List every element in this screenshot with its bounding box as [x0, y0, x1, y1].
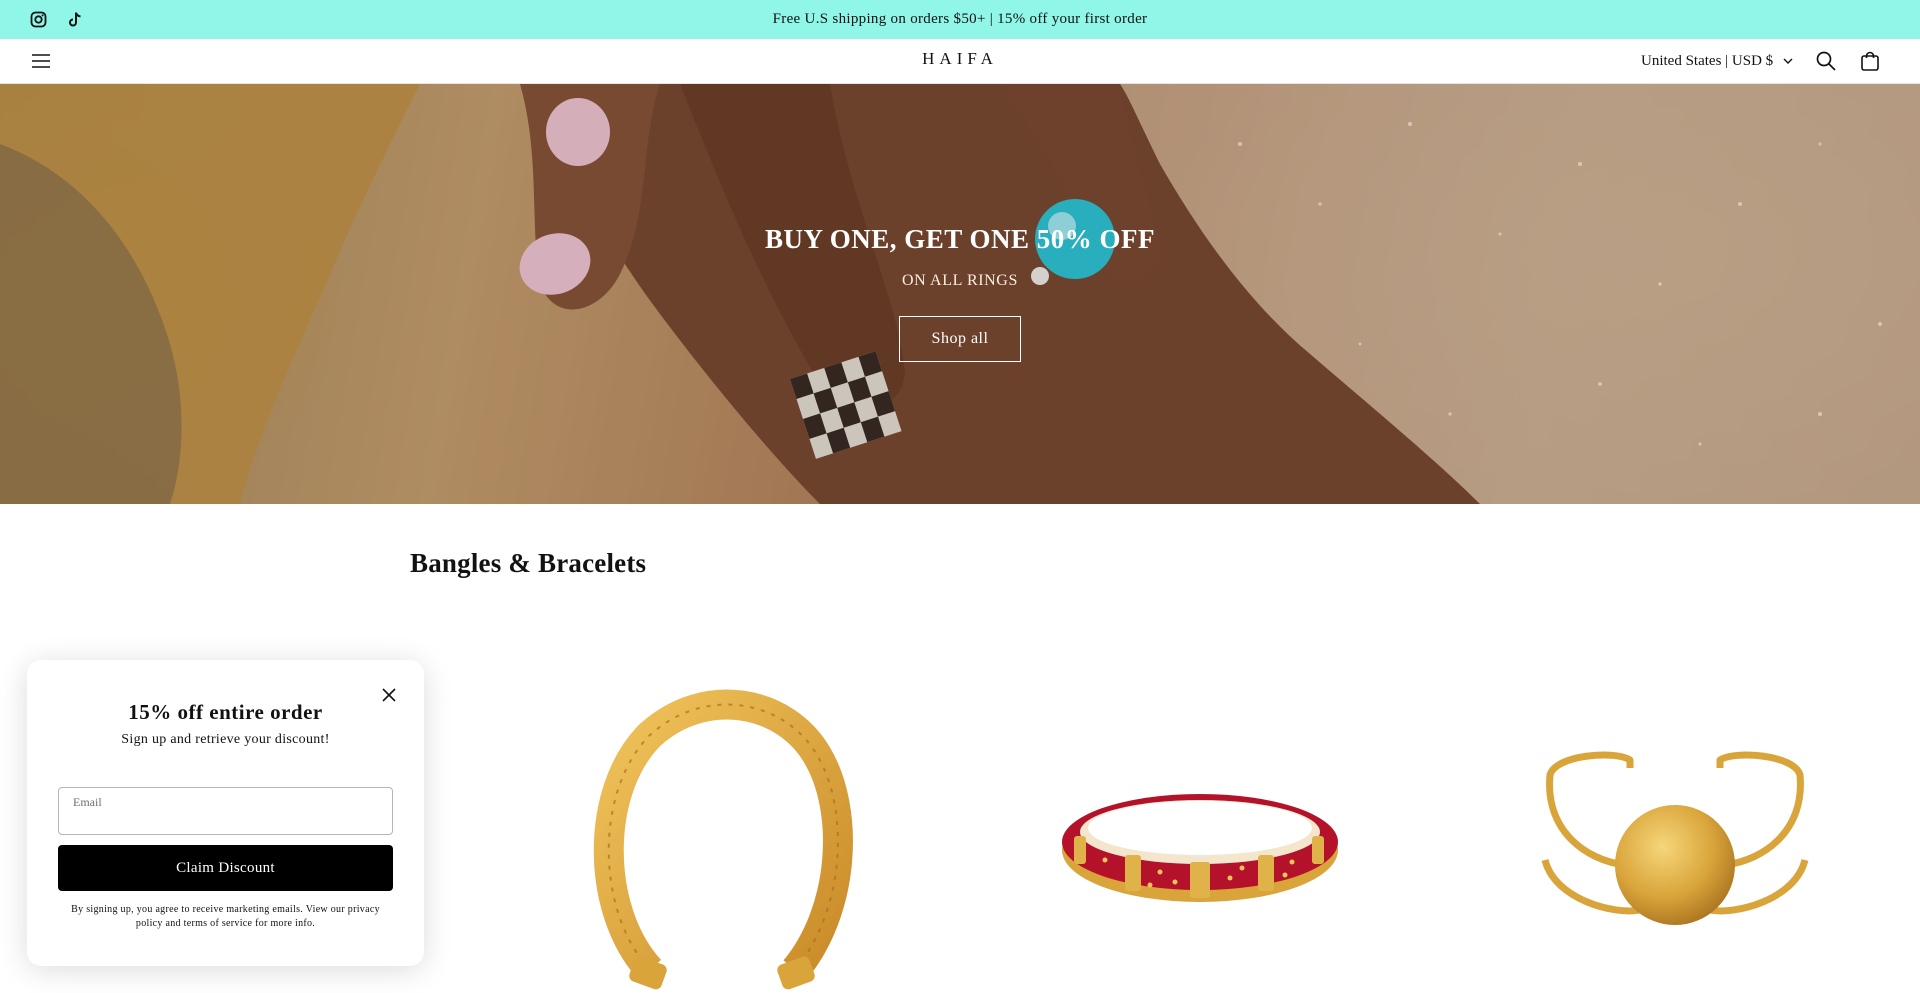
popup-title: 15% off entire order [128, 700, 323, 724]
claim-discount-button[interactable]: Claim Discount [58, 845, 393, 891]
tiktok-icon[interactable] [67, 11, 84, 28]
collection-title: Bangles & Bracelets [410, 548, 647, 578]
discount-popup: 15% off entire order Sign up and retriev… [27, 660, 424, 966]
twisted-gold-cuff-image [593, 689, 853, 990]
email-field-label: Email [73, 795, 102, 809]
popup-legal-text: By signing up, you agree to receive mark… [71, 904, 380, 929]
cart-icon[interactable] [1859, 50, 1881, 72]
email-field[interactable]: Email [58, 787, 393, 835]
shop-all-button[interactable]: Shop all [899, 316, 1021, 362]
instagram-icon[interactable] [30, 11, 47, 28]
product-card-red-enamel-bangle[interactable] [1030, 660, 1370, 993]
product-card-twisted-cuff[interactable] [555, 660, 895, 993]
menu-icon[interactable] [30, 51, 52, 71]
red-enamel-bangle-image [1062, 794, 1338, 902]
hero-overlay [0, 84, 1920, 504]
country-selector-label: United States | USD $ [1641, 53, 1774, 69]
search-icon[interactable] [1815, 50, 1837, 72]
country-selector[interactable]: United States | USD $ [1641, 39, 1793, 84]
site-header: HAIFA United States | USD $ [0, 39, 1920, 84]
gold-sphere-cuff-image [1541, 751, 1809, 925]
site-logo[interactable]: HAIFA [922, 49, 998, 69]
hero-title: BUY ONE, GET ONE 50% OFF [764, 224, 1156, 254]
social-links [30, 0, 84, 39]
announcement-text: Free U.S shipping on orders $50+ | 15% o… [772, 11, 1148, 27]
product-card-gold-sphere-cuff[interactable] [1505, 660, 1845, 993]
announcement-bar: Free U.S shipping on orders $50+ | 15% o… [0, 0, 1920, 39]
hero-banner: BUY ONE, GET ONE 50% OFF ON ALL RINGS Sh… [0, 84, 1920, 504]
chevron-down-icon [1783, 53, 1793, 70]
hero-subtitle: ON ALL RINGS [902, 272, 1018, 289]
popup-subtitle: Sign up and retrieve your discount! [121, 732, 330, 747]
